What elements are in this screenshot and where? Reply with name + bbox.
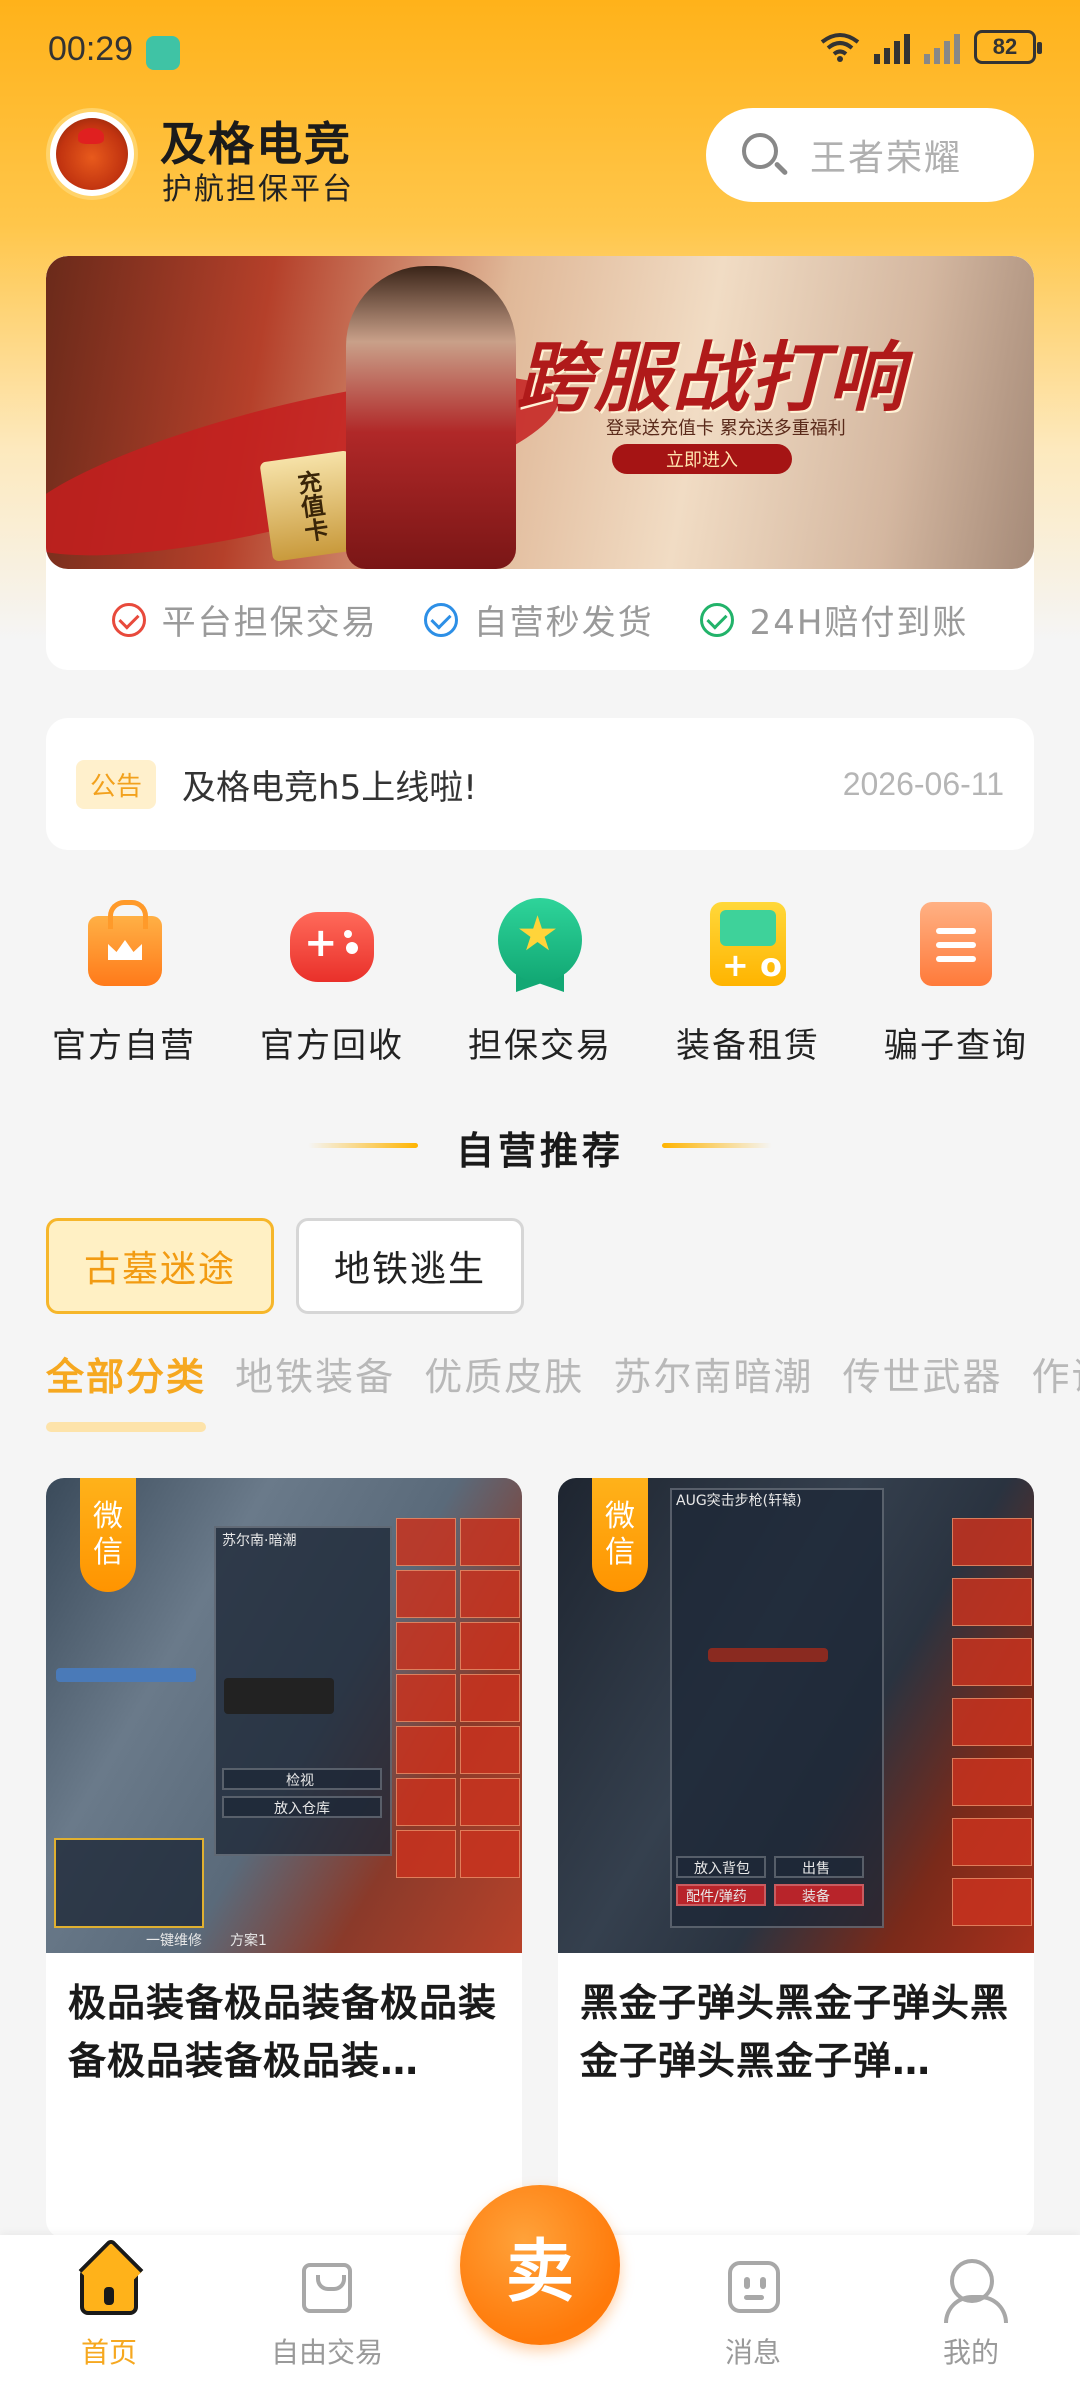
- wechat-tag: 微 信: [80, 1478, 136, 1592]
- guarantee-label: 24H赔付到账: [749, 603, 969, 643]
- product-card[interactable]: AUG突击步枪(轩辕) 放入背包 出售 配件/弹药 装备 微 信 黑金子弹头黑金…: [558, 1478, 1034, 2238]
- menu-label: 担保交易: [468, 1026, 612, 1066]
- shopping-bag-icon: [78, 898, 170, 990]
- quick-menu: 官方自营 官方回收 担保交易 装备租赁 骗子查询: [20, 890, 1060, 1080]
- document-icon: [910, 898, 1002, 990]
- category-tabs: 全部分类 地铁装备 优质皮肤 苏尔南暗潮 传世武器 作说: [46, 1346, 1080, 1406]
- section-decor-line: [662, 1143, 772, 1148]
- menu-item-equipment-rental[interactable]: 装备租赁: [644, 890, 852, 1080]
- product-card[interactable]: 苏尔南·暗潮 检视 放入仓库 一键维修 方案1 微 信 极品装备极品装备极品装备…: [46, 1478, 522, 2238]
- banner-character: [346, 266, 516, 569]
- menu-label: 骗子查询: [884, 1026, 1028, 1066]
- battery-icon: 82: [974, 30, 1042, 64]
- cellular-signal-2-icon: [924, 30, 960, 64]
- guarantee-item: 24H赔付到账: [699, 595, 969, 644]
- banner-headline: 跨服战打响: [516, 333, 906, 422]
- nav-label: 自由交易: [270, 2336, 383, 2369]
- check-circle-icon: [699, 602, 734, 637]
- guarantee-badge-icon: [494, 898, 586, 992]
- menu-item-guarantee-trade[interactable]: 担保交易: [436, 890, 644, 1080]
- section-title: 自营推荐: [455, 1129, 624, 1173]
- rental-icon: [702, 898, 794, 990]
- search-bar[interactable]: 王者荣耀: [706, 108, 1034, 202]
- app-logo: [46, 108, 138, 200]
- game-tab-metro[interactable]: 地铁逃生: [296, 1218, 524, 1314]
- sell-button[interactable]: 卖: [460, 2185, 620, 2345]
- search-icon: [740, 131, 789, 179]
- message-icon: [722, 2255, 784, 2317]
- screenshot-text: 装备: [802, 1889, 830, 1905]
- user-icon: [940, 2255, 1008, 2323]
- banner-enter-button[interactable]: 立即进入: [612, 444, 792, 474]
- screenshot-text: 放入背包: [694, 1861, 750, 1877]
- game-tab-tomb[interactable]: 古墓迷途: [46, 1218, 274, 1314]
- guarantee-item: 自营秒发货: [423, 595, 654, 644]
- cellular-signal-icon: [874, 30, 910, 64]
- screenshot-text: 放入仓库: [274, 1801, 330, 1817]
- nav-free-trade[interactable]: 自由交易: [262, 2255, 392, 2371]
- status-time: 00:29: [48, 30, 134, 68]
- search-placeholder: 王者荣耀: [810, 138, 963, 179]
- nav-messages[interactable]: 消息: [688, 2255, 818, 2371]
- gamepad-icon: [286, 898, 378, 990]
- announcement-badge: 公告: [76, 759, 157, 809]
- promo-banner[interactable]: 充值卡 跨服战打响 登录送充值卡 累充送多重福利 立即进入: [46, 256, 1034, 569]
- status-bar: 00:29 82: [0, 0, 1080, 100]
- menu-label: 官方自营: [52, 1026, 196, 1066]
- wifi-icon: [820, 33, 860, 62]
- check-circle-icon: [111, 602, 146, 637]
- menu-label: 官方回收: [260, 1026, 404, 1066]
- status-icons: 82: [820, 30, 1042, 64]
- product-title: 极品装备极品装备极品装备极品装备极品装…: [68, 1981, 498, 2083]
- nav-label: 消息: [724, 2336, 781, 2369]
- announcement-bar[interactable]: 公告 及格电竞h5上线啦! 2026-06-11: [46, 718, 1034, 850]
- check-circle-icon: [423, 602, 458, 637]
- guarantee-row: 平台担保交易 自营秒发货 24H赔付到账: [46, 569, 1034, 670]
- screenshot-text: 检视: [286, 1773, 314, 1789]
- menu-item-official-recycle[interactable]: 官方回收: [228, 890, 436, 1080]
- screenshot-text: 出售: [802, 1861, 830, 1877]
- screenshot-text: 一键维修: [146, 1933, 202, 1949]
- announcement-text: 及格电竞h5上线啦!: [182, 767, 477, 808]
- guarantee-label: 平台担保交易: [161, 603, 378, 643]
- screenshot-text: AUG突击步枪(轩辕): [676, 1493, 802, 1509]
- shopping-bag-icon: [296, 2255, 358, 2317]
- category-active-indicator: [46, 1422, 206, 1432]
- home-icon: [78, 2255, 140, 2317]
- nav-mine[interactable]: 我的: [906, 2255, 1036, 2371]
- notification-app-icon: [146, 36, 180, 70]
- screenshot-text: 方案1: [230, 1933, 267, 1949]
- wechat-tag: 微 信: [592, 1478, 648, 1592]
- category-tab-more[interactable]: 作说: [1032, 1346, 1080, 1401]
- guarantee-item: 平台担保交易: [111, 595, 378, 644]
- category-tab-metro-equipment[interactable]: 地铁装备: [235, 1346, 395, 1401]
- category-tab-all[interactable]: 全部分类: [46, 1346, 206, 1401]
- menu-label: 装备租赁: [676, 1026, 820, 1066]
- category-tab-surnan[interactable]: 苏尔南暗潮: [613, 1346, 813, 1401]
- banner-card: 充值卡 跨服战打响 登录送充值卡 累充送多重福利 立即进入 平台担保交易 自营秒…: [46, 256, 1034, 670]
- battery-level: 82: [992, 34, 1018, 59]
- menu-item-scam-lookup[interactable]: 骗子查询: [852, 890, 1060, 1080]
- guarantee-label: 自营秒发货: [473, 603, 654, 643]
- category-tab-legendary-weapons[interactable]: 传世武器: [842, 1346, 1002, 1401]
- brand-subtitle: 护航担保平台: [162, 172, 354, 207]
- nav-home[interactable]: 首页: [44, 2255, 174, 2371]
- category-tab-skins[interactable]: 优质皮肤: [424, 1346, 584, 1401]
- banner-subline: 登录送充值卡 累充送多重福利: [606, 418, 846, 439]
- announcement-date: 2026-06-11: [842, 765, 1004, 802]
- screenshot-text: 苏尔南·暗潮: [222, 1533, 297, 1549]
- product-title: 黑金子弹头黑金子弹头黑金子弹头黑金子弹…: [580, 1981, 1010, 2083]
- nav-label: 首页: [80, 2336, 137, 2369]
- screenshot-text: 配件/弹药: [686, 1889, 747, 1905]
- menu-item-official-store[interactable]: 官方自营: [20, 890, 228, 1080]
- nav-label: 我的: [942, 2336, 999, 2369]
